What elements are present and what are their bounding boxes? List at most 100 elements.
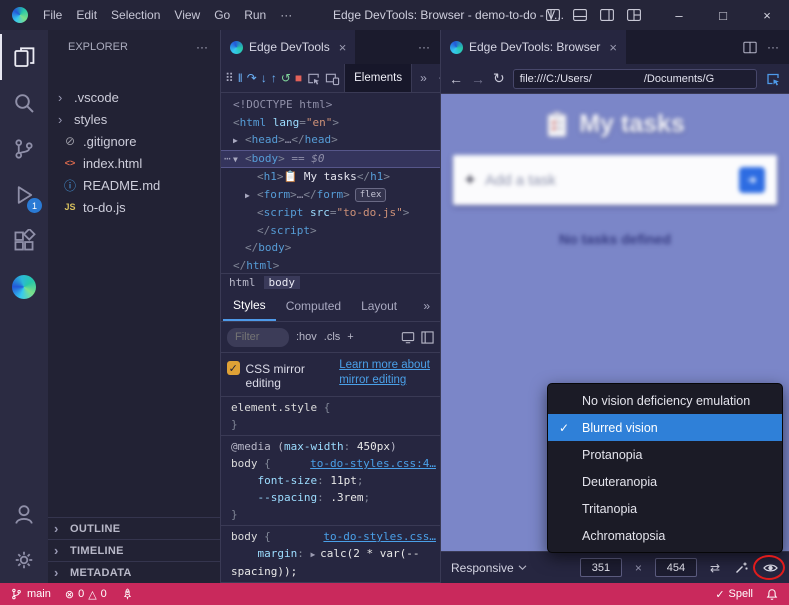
menu-selection[interactable]: Selection [104, 0, 167, 30]
computed-styles-icon[interactable] [401, 331, 415, 344]
code-line[interactable]: body {to-do-styles.css… [221, 528, 440, 545]
accounts-button[interactable] [0, 491, 48, 537]
back-button[interactable]: ← [449, 71, 463, 87]
menu-overflow[interactable]: ··· [273, 0, 299, 30]
viewport-height-input[interactable] [655, 558, 697, 577]
menu-item-deuteranopia[interactable]: Deuteranopia [548, 468, 782, 495]
tab-edge-devtools[interactable]: Edge DevTools × [221, 30, 355, 64]
spell-checker-indicator[interactable]: ✓ Spell [715, 588, 753, 601]
drag-grip-icon[interactable]: ⠿ [225, 71, 234, 85]
url-bar[interactable]: file:///C:/Users/ /Documents/G [513, 69, 757, 89]
menu-view[interactable]: View [167, 0, 207, 30]
customize-layout-icon[interactable] [627, 9, 641, 21]
rotate-viewport-icon[interactable]: ⇄ [710, 561, 720, 575]
device-mode-dropdown[interactable]: Responsive [451, 561, 527, 575]
file-index-html[interactable]: <> index.html [48, 152, 220, 174]
timeline-section[interactable]: › TIMELINE [48, 539, 220, 561]
sidebar-item-extensions[interactable] [0, 218, 48, 264]
toggle-secondary-sidebar-icon[interactable] [600, 9, 614, 21]
file-to-do-js[interactable]: JS to-do.js [48, 196, 220, 218]
forward-button[interactable]: → [471, 71, 485, 87]
expand-arrow-icon[interactable]: ▶ [233, 132, 245, 150]
submit-task-button[interactable] [739, 167, 765, 193]
more-actions-icon[interactable]: ··· [418, 40, 430, 54]
menu-go[interactable]: Go [207, 0, 237, 30]
add-task-field[interactable]: + Add a task [453, 155, 777, 205]
code-line[interactable]: font-size: 11pt; [221, 472, 440, 489]
file-gitignore[interactable]: ⊘ .gitignore [48, 130, 220, 152]
close-tab-icon[interactable]: × [339, 40, 347, 55]
tab-computed[interactable]: Computed [276, 291, 351, 321]
close-tab-icon[interactable]: × [609, 40, 617, 55]
manage-button[interactable] [0, 537, 48, 583]
problems-indicator[interactable]: ⊗ 0 △ 0 [65, 588, 107, 601]
tab-edge-devtools-browser[interactable]: Edge DevTools: Browser × [441, 30, 626, 64]
toggle-sidebar-icon[interactable] [546, 9, 560, 21]
code-line[interactable]: element.style { [221, 399, 440, 416]
mirror-editing-learn-more-link[interactable]: Learn more about mirror editing [339, 358, 434, 388]
tab-layout[interactable]: Layout [351, 291, 407, 321]
screencast-icon[interactable] [325, 71, 340, 86]
code-line[interactable]: <h1>📋 My tasks</h1> [221, 168, 440, 186]
overflow-dots-icon[interactable]: ⋯ [224, 150, 231, 168]
code-line[interactable]: --spacing: .3rem; [221, 489, 440, 506]
more-actions-icon[interactable]: ··· [767, 40, 779, 54]
tab-styles[interactable]: Styles [223, 291, 276, 321]
stylesheet-link[interactable]: to-do-styles.css:4… [310, 455, 436, 472]
explorer-more-actions[interactable]: ··· [196, 40, 208, 54]
css-mirror-checkbox[interactable]: ✓ [227, 361, 240, 375]
maximize-button[interactable]: □ [701, 0, 745, 30]
code-line[interactable]: ▶<head>…</head> [221, 131, 440, 150]
launch-indicator[interactable] [121, 587, 134, 601]
styles-filter-input[interactable] [227, 328, 289, 347]
menu-item-achromatopsia[interactable]: Achromatopsia [548, 522, 782, 549]
stop-icon[interactable]: ■ [295, 71, 302, 85]
menu-edit[interactable]: Edit [69, 0, 104, 30]
code-line[interactable]: ⋯▼<body> == $0 [221, 150, 440, 169]
sidebar-item-search[interactable] [0, 80, 48, 126]
sidebar-item-run-debug[interactable]: 1 [0, 172, 48, 218]
code-line[interactable]: <script src="to-do.js"> [221, 204, 440, 222]
code-line[interactable]: @media (max-width: 450px) [221, 438, 440, 455]
code-line[interactable]: } [221, 506, 440, 523]
pause-icon[interactable]: ‖ [238, 71, 243, 85]
frame-square-icon[interactable] [421, 331, 434, 344]
expand-arrow-icon[interactable]: ▼ [233, 151, 245, 169]
menu-item-tritanopia[interactable]: Tritanopia [548, 495, 782, 522]
code-line[interactable]: </html> [221, 257, 440, 274]
code-line[interactable]: margin: ▶ calc(2 * var(--spacing)); [221, 545, 440, 580]
notifications-bell-icon[interactable] [765, 587, 779, 602]
code-line[interactable]: } [221, 416, 440, 433]
menu-file[interactable]: File [36, 0, 69, 30]
step-into-icon[interactable]: ↓ [261, 71, 267, 85]
tab-elements[interactable]: Elements [344, 64, 412, 92]
pseudo-state-button[interactable]: :hov [296, 331, 317, 343]
outline-section[interactable]: › OUTLINE [48, 517, 220, 539]
file-readme-md[interactable]: ⓘ README.md [48, 174, 220, 196]
inspect-element-icon[interactable] [306, 71, 321, 86]
sidebar-item-source-control[interactable] [0, 126, 48, 172]
menu-item-protanopia[interactable]: Protanopia [548, 441, 782, 468]
code-line[interactable]: ▶<form>…</form>flex [221, 186, 440, 205]
breadcrumb-html[interactable]: html [229, 276, 256, 289]
sidebar-item-explorer[interactable] [0, 34, 48, 80]
close-window-button[interactable]: × [745, 0, 789, 30]
folder-vscode[interactable]: › .vscode [48, 86, 220, 108]
inspect-icon[interactable] [765, 71, 781, 87]
new-style-rule-icon[interactable]: + [347, 331, 353, 343]
more-tabs-icon[interactable]: » [416, 71, 431, 85]
code-line[interactable]: </script> [221, 222, 440, 240]
more-panels-icon[interactable]: » [415, 299, 438, 313]
split-editor-icon[interactable] [743, 41, 757, 54]
minimize-button[interactable]: – [657, 0, 701, 30]
code-line[interactable]: <html lang="en"> [221, 114, 440, 132]
breadcrumb-body[interactable]: body [264, 276, 301, 289]
code-line[interactable]: <!DOCTYPE html> [221, 96, 440, 114]
stylesheet-link[interactable]: to-do-styles.css… [323, 528, 436, 545]
branch-indicator[interactable]: main [10, 587, 51, 601]
menu-run[interactable]: Run [237, 0, 273, 30]
step-over-icon[interactable]: ↷ [247, 71, 257, 85]
wand-icon[interactable] [733, 560, 749, 576]
toggle-panel-icon[interactable] [573, 9, 587, 21]
restart-icon[interactable]: ↺ [281, 71, 291, 85]
